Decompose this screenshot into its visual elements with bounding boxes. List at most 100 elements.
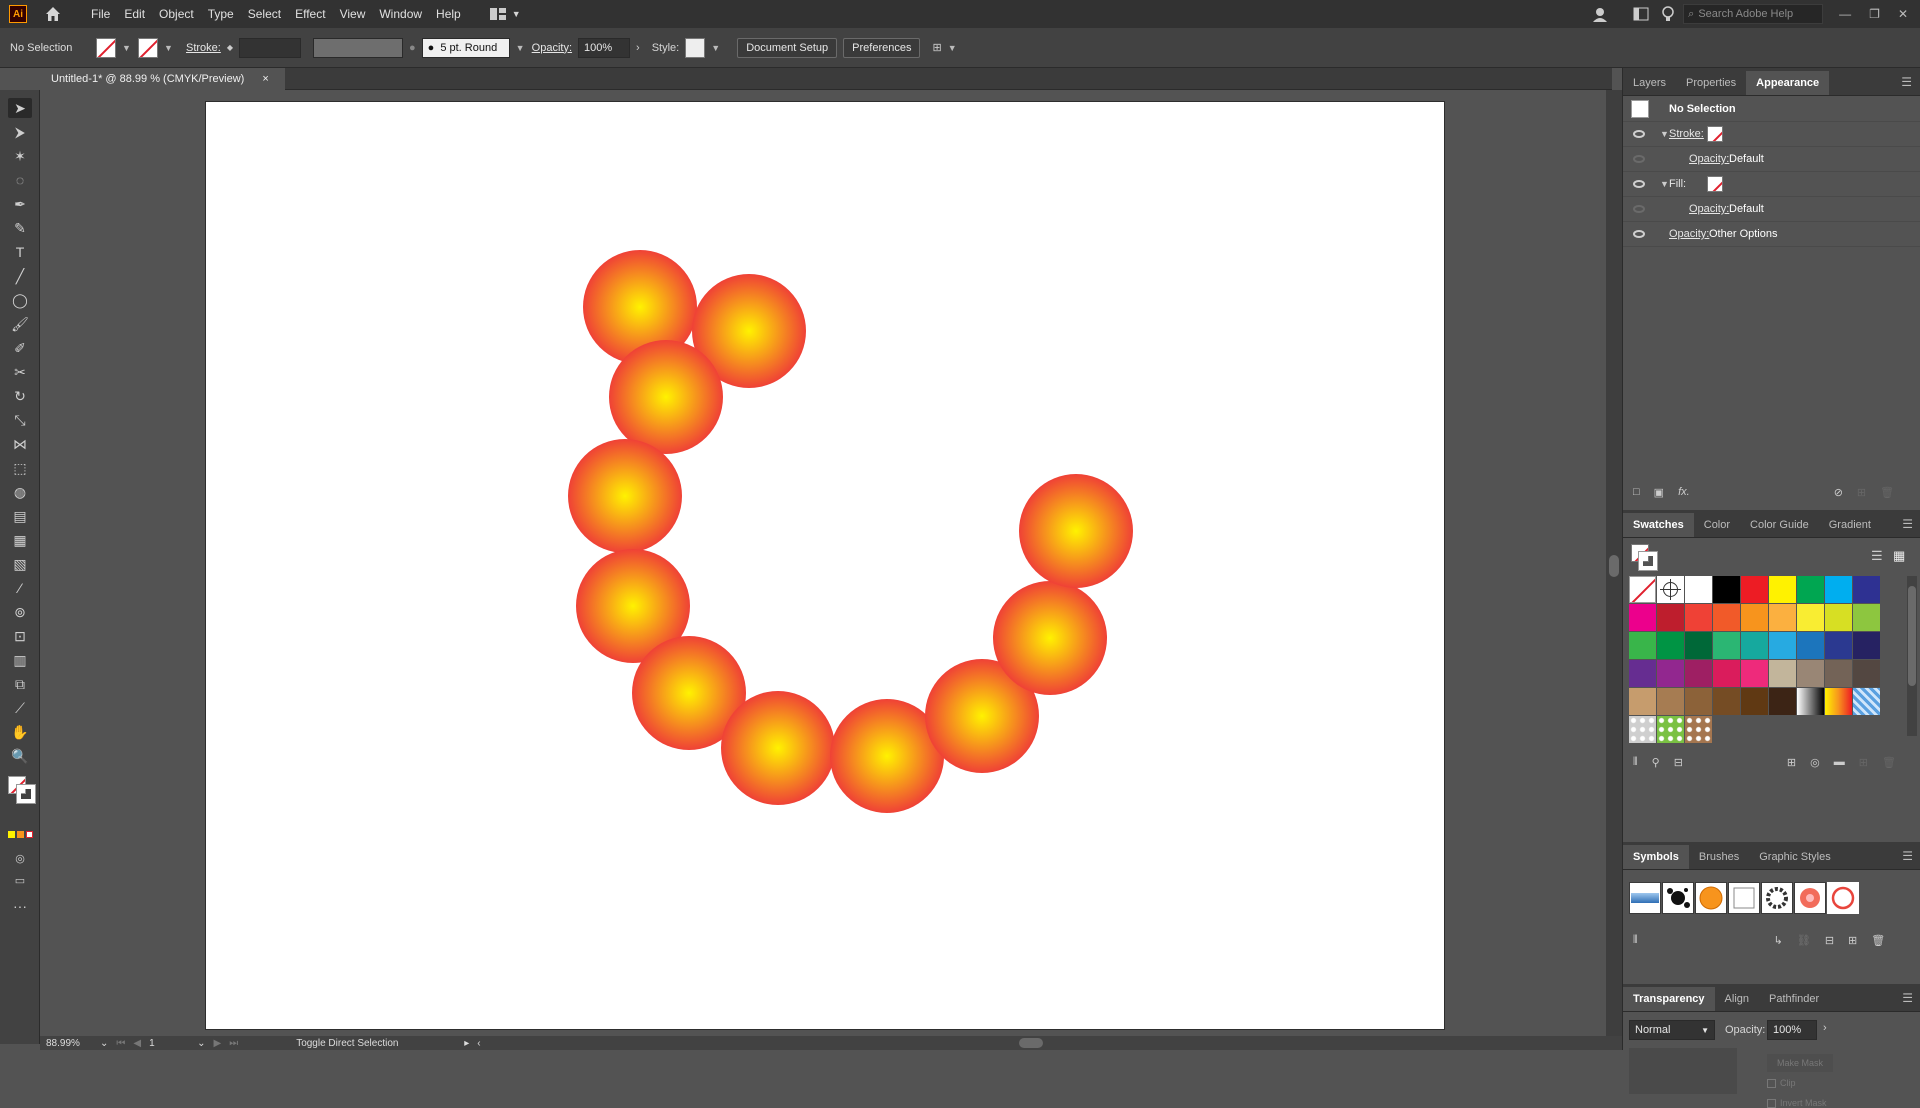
- registration-swatch[interactable]: [1657, 576, 1684, 603]
- shaper-tool-icon[interactable]: ✐: [8, 338, 32, 358]
- color-swatch[interactable]: [1741, 576, 1768, 603]
- color-swatch[interactable]: [1713, 688, 1740, 715]
- menu-edit[interactable]: Edit: [117, 0, 152, 28]
- object-opacity-label[interactable]: Opacity:: [1669, 228, 1709, 240]
- ellipse-tool-icon[interactable]: ◯: [8, 290, 32, 310]
- type-tool-icon[interactable]: T: [8, 242, 32, 262]
- menu-window[interactable]: Window: [372, 0, 429, 28]
- new-color-group-icon[interactable]: ▬: [1834, 756, 1845, 769]
- lasso-tool-icon[interactable]: ◌: [8, 170, 32, 190]
- color-swatch[interactable]: [1825, 632, 1852, 659]
- swatch-libraries-icon[interactable]: ⫴: [1633, 756, 1638, 769]
- color-swatch[interactable]: [1741, 688, 1768, 715]
- chevron-down-icon[interactable]: ▼: [948, 43, 958, 53]
- menu-help[interactable]: Help: [429, 0, 468, 28]
- chevron-down-icon[interactable]: ▼: [1660, 129, 1669, 139]
- pattern-swatch[interactable]: [1629, 716, 1656, 743]
- stroke-color-swatch[interactable]: [1707, 126, 1723, 142]
- curvature-tool-icon[interactable]: ✎: [8, 218, 32, 238]
- color-swatch[interactable]: [1769, 604, 1796, 631]
- chevron-down-icon[interactable]: ⌄: [197, 1038, 205, 1049]
- opacity-field[interactable]: 100%: [578, 37, 631, 58]
- tab-transparency[interactable]: Transparency: [1623, 987, 1715, 1011]
- tab-swatches[interactable]: Swatches: [1623, 513, 1694, 537]
- pattern-swatch[interactable]: [1853, 688, 1880, 715]
- tab-color-guide[interactable]: Color Guide: [1740, 513, 1819, 537]
- color-swatch[interactable]: [1797, 604, 1824, 631]
- color-swatch[interactable]: [1797, 576, 1824, 603]
- symbol-orange-button[interactable]: [1695, 882, 1727, 914]
- rotate-tool-icon[interactable]: ↻: [8, 386, 32, 406]
- document-tab[interactable]: Untitled-1* @ 88.99 % (CMYK/Preview) ×: [40, 68, 285, 90]
- color-swatch[interactable]: [1769, 660, 1796, 687]
- color-swatch[interactable]: [1657, 632, 1684, 659]
- close-tab-icon[interactable]: ×: [262, 73, 268, 85]
- color-group-icon[interactable]: ⊞: [1787, 756, 1796, 769]
- swatch-scrollbar[interactable]: [1907, 576, 1917, 736]
- stroke-weight-field[interactable]: [239, 37, 302, 58]
- visibility-eye-icon[interactable]: [1633, 230, 1645, 238]
- color-swatch[interactable]: [1685, 688, 1712, 715]
- add-fill-icon[interactable]: ▣: [1654, 486, 1664, 499]
- color-swatch[interactable]: [1685, 632, 1712, 659]
- symbol-options-icon[interactable]: ⊟: [1825, 934, 1834, 947]
- paintbrush-tool-icon[interactable]: 🖌: [8, 314, 32, 334]
- transparency-opacity-field[interactable]: 100%: [1767, 1020, 1817, 1040]
- color-swatch[interactable]: [1685, 604, 1712, 631]
- zoom-tool-icon[interactable]: 🔍: [8, 746, 32, 766]
- menu-file[interactable]: File: [84, 0, 117, 28]
- blend-mode-select[interactable]: Normal ▼: [1629, 1020, 1715, 1040]
- slice-tool-icon[interactable]: ⟋: [8, 698, 32, 718]
- free-transform-tool-icon[interactable]: ⬚: [8, 458, 32, 478]
- swatch-options-icon[interactable]: ⊟: [1674, 756, 1683, 769]
- fill-swatch[interactable]: [96, 37, 116, 58]
- menu-type[interactable]: Type: [201, 0, 241, 28]
- symbol-flower[interactable]: [1794, 882, 1826, 914]
- gradient-circle[interactable]: [1019, 474, 1133, 588]
- symbol-wreath[interactable]: [1761, 882, 1793, 914]
- place-symbol-icon[interactable]: ↳: [1774, 934, 1783, 947]
- delete-item-icon[interactable]: 🗑: [1880, 486, 1894, 499]
- color-swatch[interactable]: [1713, 660, 1740, 687]
- magic-wand-tool-icon[interactable]: ✶: [8, 146, 32, 166]
- tab-layers[interactable]: Layers: [1623, 71, 1676, 95]
- invert-mask-checkbox[interactable]: Invert Mask: [1767, 1098, 1827, 1108]
- chevron-right-icon[interactable]: ›: [636, 42, 640, 54]
- visibility-eye-icon[interactable]: [1633, 155, 1645, 163]
- brush-definition[interactable]: ● 5 pt. Round: [421, 37, 510, 58]
- delete-swatch-icon[interactable]: 🗑: [1882, 756, 1896, 769]
- tab-properties[interactable]: Properties: [1676, 71, 1746, 95]
- stroke-label[interactable]: Stroke:: [186, 42, 221, 54]
- chevron-right-icon[interactable]: ›: [1823, 1022, 1827, 1034]
- grid-view-icon[interactable]: ▦: [1893, 548, 1905, 564]
- fill-stroke-indicator[interactable]: [8, 776, 36, 804]
- visibility-eye-icon[interactable]: [1633, 180, 1645, 188]
- restore-button[interactable]: ❐: [1869, 7, 1880, 21]
- stroke-opacity-label[interactable]: Opacity:: [1689, 153, 1729, 165]
- scissors-tool-icon[interactable]: ✂: [8, 362, 32, 382]
- menu-select[interactable]: Select: [241, 0, 288, 28]
- horizontal-scroll-thumb[interactable]: [1018, 1038, 1043, 1048]
- color-swatch[interactable]: [1629, 688, 1656, 715]
- gradient-swatch[interactable]: [1797, 688, 1824, 715]
- lightbulb-icon[interactable]: [1661, 6, 1675, 22]
- none-swatch[interactable]: [1629, 576, 1656, 603]
- list-view-icon[interactable]: ☰: [1871, 548, 1883, 564]
- new-swatch-icon[interactable]: ⊞: [1859, 756, 1868, 769]
- visibility-eye-icon[interactable]: [1633, 205, 1645, 213]
- workspace-switcher[interactable]: ▼: [489, 8, 521, 20]
- mesh-tool-icon[interactable]: ▦: [8, 530, 32, 550]
- color-swatch[interactable]: [1825, 576, 1852, 603]
- blend-tool-icon[interactable]: ⊚: [8, 602, 32, 622]
- color-swatch[interactable]: [1797, 632, 1824, 659]
- pattern-swatch[interactable]: [1685, 716, 1712, 743]
- visibility-eye-icon[interactable]: [1633, 130, 1645, 138]
- fx-icon[interactable]: fx.: [1678, 486, 1690, 498]
- chevron-down-icon[interactable]: ⌄: [100, 1038, 108, 1049]
- status-menu-icon[interactable]: ▸: [464, 1038, 469, 1049]
- symbol-blue-banner[interactable]: [1629, 882, 1661, 914]
- panel-menu-icon[interactable]: ☰: [1902, 849, 1913, 863]
- color-swatch[interactable]: [1657, 604, 1684, 631]
- draw-mode-icon[interactable]: ◎: [8, 848, 32, 868]
- menu-effect[interactable]: Effect: [288, 0, 332, 28]
